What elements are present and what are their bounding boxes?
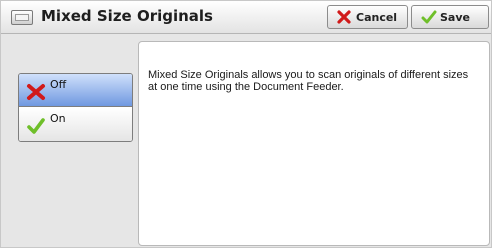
option-on-label: On bbox=[50, 112, 66, 125]
feature-window-icon bbox=[11, 10, 33, 25]
save-button[interactable]: Save bbox=[411, 5, 489, 29]
green-check-icon bbox=[27, 118, 45, 134]
option-list: Off On bbox=[18, 73, 133, 142]
red-x-icon bbox=[337, 10, 351, 24]
mixed-size-originals-screen: Mixed Size Originals Cancel Save Off On bbox=[0, 0, 492, 248]
description-panel: Mixed Size Originals allows you to scan … bbox=[138, 41, 490, 246]
description-text: Mixed Size Originals allows you to scan … bbox=[148, 69, 469, 93]
option-off-label: Off bbox=[50, 78, 67, 91]
option-on-button[interactable]: On bbox=[19, 108, 132, 141]
red-x-icon bbox=[27, 84, 45, 100]
green-check-icon bbox=[421, 10, 437, 24]
save-label: Save bbox=[440, 11, 470, 24]
cancel-label: Cancel bbox=[356, 11, 398, 24]
page-title: Mixed Size Originals bbox=[41, 7, 213, 25]
cancel-button[interactable]: Cancel bbox=[327, 5, 408, 29]
header-bar: Mixed Size Originals Cancel Save bbox=[1, 1, 491, 34]
option-off-button[interactable]: Off bbox=[19, 74, 132, 107]
